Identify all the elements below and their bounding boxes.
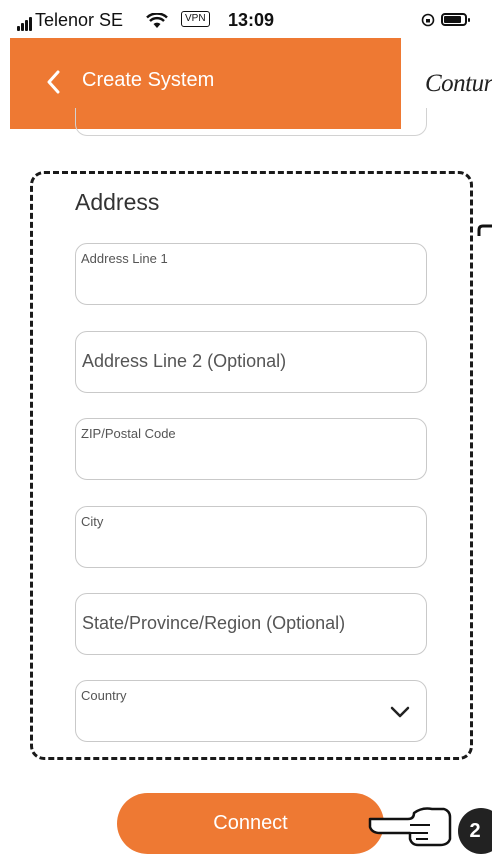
state-province-field[interactable]: State/Province/Region (Optional): [75, 593, 427, 655]
chevron-down-icon[interactable]: [389, 701, 411, 723]
field-label: Country: [81, 688, 127, 703]
battery-icon: [441, 13, 470, 26]
country-select[interactable]: Country: [75, 680, 427, 742]
zip-postal-code-field[interactable]: ZIP/Postal Code: [75, 418, 427, 480]
callout-mark: [477, 224, 492, 236]
step-badge: 2: [458, 808, 492, 854]
status-time: 13:09: [228, 10, 275, 30]
carrier-name: Telenor SE: [35, 10, 124, 30]
field-placeholder: State/Province/Region (Optional): [82, 613, 346, 633]
previous-field[interactable]: [75, 108, 427, 136]
field-label: City: [81, 514, 104, 529]
field-label: ZIP/Postal Code: [81, 426, 176, 441]
brand-logo: Contura: [425, 70, 492, 97]
section-title: Address: [75, 189, 160, 215]
address-line-2-field[interactable]: Address Line 2 (Optional): [75, 331, 427, 393]
orientation-lock-icon: [421, 13, 435, 27]
field-label: Address Line 1: [81, 251, 168, 266]
signal-icon: [17, 17, 33, 31]
chevron-left-icon[interactable]: [44, 70, 64, 94]
city-field[interactable]: City: [75, 506, 427, 568]
connect-button[interactable]: Connect: [117, 793, 384, 854]
address-line-1-field[interactable]: Address Line 1: [75, 243, 427, 305]
pointing-hand-icon: [368, 807, 452, 847]
wifi-icon: [146, 13, 168, 28]
field-placeholder: Address Line 2 (Optional): [82, 351, 287, 371]
vpn-badge: VPN: [181, 11, 210, 27]
page-title: Create System: [82, 69, 215, 91]
